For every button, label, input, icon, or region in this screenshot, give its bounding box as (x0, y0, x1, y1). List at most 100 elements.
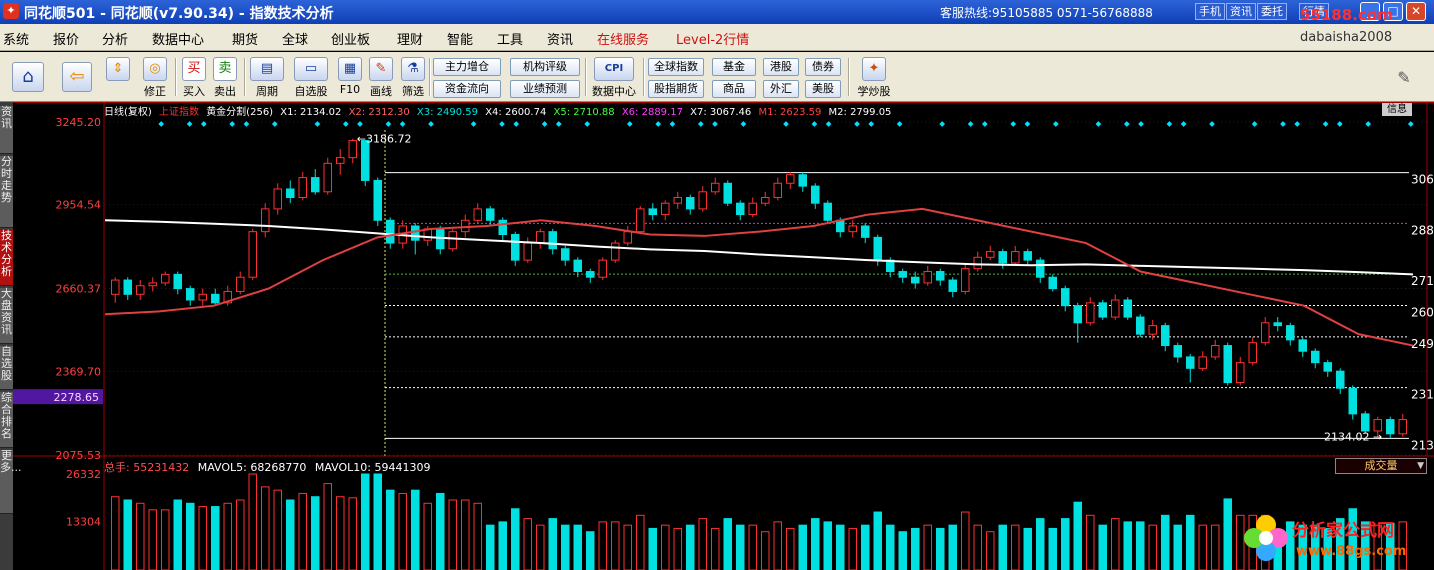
candle-body (898, 271, 907, 278)
volume-bar (448, 499, 457, 570)
bond-button[interactable]: 债券 (805, 58, 841, 76)
candle-body (1023, 251, 1032, 261)
refresh-icon: ◎ (143, 57, 167, 81)
signal-marker (271, 121, 278, 127)
filter-button[interactable]: ⚗ 筛选 (400, 57, 426, 99)
home-button[interactable]: ⌂ (8, 62, 48, 92)
volume-bar (961, 511, 970, 570)
fund-flow-button[interactable]: 资金流向 (433, 80, 501, 98)
fund-button[interactable]: 基金 (712, 58, 756, 76)
volume-bar (973, 524, 982, 570)
index-name[interactable]: 上证指数 (159, 107, 199, 118)
volume-bar (811, 518, 820, 570)
close-icon[interactable]: ✕ (1406, 2, 1426, 21)
menu-smart[interactable]: 智能 (447, 29, 473, 48)
back-button[interactable]: ⇦ (60, 62, 94, 92)
sell-button[interactable]: 卖 卖出 (211, 57, 239, 99)
earnings-forecast-button[interactable]: 业绩预测 (510, 80, 580, 98)
tab-news[interactable]: 资讯 (0, 106, 13, 154)
volume-bar (723, 518, 732, 570)
institution-rating-button[interactable]: 机构评级 (510, 58, 580, 76)
commodity-button[interactable]: 商品 (712, 80, 756, 98)
main-force-button[interactable]: 主力增仓 (433, 58, 501, 76)
candle-body (773, 182, 782, 199)
volume-bar (911, 527, 920, 570)
f10-label: F10 (339, 83, 361, 96)
y-axis-ticks: 3245.20 2954.54 2660.37 2369.70 2075.53 2278.… (13, 116, 1427, 462)
order-button[interactable]: 委托 (1257, 3, 1287, 20)
candle-body (173, 273, 182, 290)
candle-body (698, 191, 707, 210)
tab-ranking[interactable]: 综合排名 (0, 392, 13, 448)
menu-gem[interactable]: 创业板 (331, 29, 370, 48)
menu-news[interactable]: 资讯 (547, 29, 573, 48)
hk-stock-button[interactable]: 港股 (763, 58, 799, 76)
tab-more[interactable]: 更多... (0, 450, 22, 514)
candle-body (111, 279, 120, 295)
data-center-button[interactable]: CPI 数据中心 (588, 57, 640, 99)
candle-body (536, 231, 545, 244)
menu-tools[interactable]: 工具 (497, 29, 523, 48)
menu-level2[interactable]: Level-2行情 (676, 29, 749, 48)
window-title: 同花顺501 - 同花顺(v7.90.34) - 指数技术分析 (24, 6, 334, 22)
golden-name: 黄金分割(256) (206, 107, 274, 118)
volume-bar (611, 521, 620, 570)
volume-bar (1173, 524, 1182, 570)
menu-data-center[interactable]: 数据中心 (152, 29, 204, 48)
signal-marker (854, 121, 860, 127)
volume-bar (1098, 524, 1107, 570)
index-futures-button[interactable]: 股指期货 (648, 80, 704, 98)
level-x5: X5: 2710.88 (553, 107, 615, 118)
correct-button[interactable]: ◎ 修正 (140, 57, 170, 99)
volume-bar (298, 492, 307, 570)
volume-bar (348, 497, 357, 570)
signal-marker (342, 121, 349, 127)
mobile-button[interactable]: 手机 (1195, 3, 1225, 20)
menu-global[interactable]: 全球 (282, 29, 308, 48)
signal-marker (981, 121, 988, 127)
volume-bar (1086, 514, 1095, 570)
candle-body (498, 219, 507, 236)
buy-label: 买入 (183, 85, 205, 98)
forex-button[interactable]: 外汇 (763, 80, 799, 98)
candle-body (623, 231, 632, 244)
menu-analysis[interactable]: 分析 (102, 29, 128, 48)
us-stock-button[interactable]: 美股 (805, 80, 841, 98)
volume-bar (336, 496, 345, 570)
learn-stock-button[interactable]: ✦ 学炒股 (856, 57, 892, 99)
chart-area[interactable]: 306 288 271 260 249 231 213 3245.20 2954.54 2660… (13, 102, 1434, 570)
candle-body (798, 174, 807, 187)
f10-button[interactable]: ▦ F10 (337, 57, 363, 96)
news-button[interactable]: 资讯 (1226, 3, 1256, 20)
signal-marker (513, 121, 520, 127)
period-button[interactable]: ▤ 周期 (249, 57, 285, 99)
volume-bar (636, 514, 645, 570)
updown-button[interactable]: ⇕ (104, 57, 132, 81)
sell-label: 卖出 (214, 85, 236, 98)
menu-quote[interactable]: 报价 (53, 29, 79, 48)
watchlist-button[interactable]: ▭ 自选股 (292, 57, 330, 99)
candle-body (386, 219, 395, 244)
volume-bar (886, 524, 895, 570)
global-index-button[interactable]: 全球指数 (648, 58, 704, 76)
menu-futures[interactable]: 期货 (232, 29, 258, 48)
menu-system[interactable]: 系统 (3, 29, 29, 48)
info-button[interactable]: 信息 (1382, 103, 1412, 116)
volume-bar (998, 524, 1007, 570)
signal-marker (811, 121, 818, 127)
buy-button[interactable]: 买 买入 (180, 57, 208, 99)
draw-line-button[interactable]: ✎ 画线 (368, 57, 394, 99)
candle-body (298, 177, 307, 199)
tab-market-news[interactable]: 大盘资讯 (0, 288, 13, 344)
volume-indicator-select[interactable]: 成交量 ▼ (1335, 458, 1427, 474)
y-tick-label: 3245.20 (56, 116, 102, 129)
wrench-icon[interactable]: ✎ (1392, 68, 1416, 87)
hotline-text: 客服热线:95105885 0571-56768888 (940, 6, 1153, 20)
tab-watchlist[interactable]: 自选股 (0, 346, 13, 390)
cpi-icon: CPI (594, 57, 634, 81)
menu-finance[interactable]: 理财 (397, 29, 423, 48)
tab-intraday[interactable]: 分时走势 (0, 156, 13, 228)
tab-technical[interactable]: 技术分析 (0, 230, 13, 286)
signal-marker (655, 121, 662, 127)
menu-online-service[interactable]: 在线服务 (597, 29, 649, 48)
